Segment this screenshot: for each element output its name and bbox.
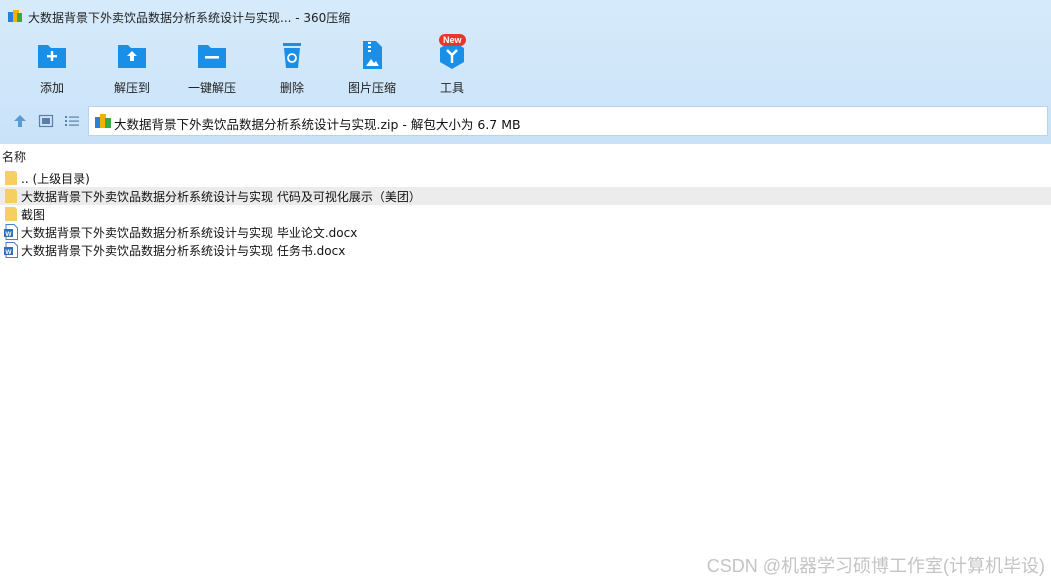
list-item-screenshots-folder[interactable]: 截图 (0, 205, 1051, 223)
folder-icon (5, 171, 17, 185)
svg-text:W: W (5, 231, 12, 238)
up-arrow-icon[interactable] (12, 113, 28, 129)
thumbnail-view-icon[interactable] (38, 113, 54, 129)
address-bar: 大数据背景下外卖饮品数据分析系统设计与实现.zip - 解包大小为 6.7 MB (0, 105, 1051, 137)
one-click-extract-label: 一键解压 (187, 81, 236, 95)
address-path: 大数据背景下外卖饮品数据分析系统设计与实现.zip - 解包大小为 6.7 MB (114, 117, 521, 132)
one-click-extract-icon (198, 45, 226, 68)
top-chrome: 大数据背景下外卖饮品数据分析系统设计与实现... - 360压缩 添加 解压到 … (0, 0, 1051, 144)
column-header-label: 名称 (2, 150, 27, 164)
title-bar: 大数据背景下外卖饮品数据分析系统设计与实现... - 360压缩 (0, 0, 1051, 34)
file-name: 大数据背景下外卖饮品数据分析系统设计与实现 代码及可视化展示（美团） (21, 190, 421, 204)
image-compress-label: 图片压缩 (347, 81, 396, 95)
delete-label: 删除 (279, 81, 304, 95)
list-item-code-folder[interactable]: 大数据背景下外卖饮品数据分析系统设计与实现 代码及可视化展示（美团） (0, 187, 1051, 205)
window-title: 大数据背景下外卖饮品数据分析系统设计与实现... - 360压缩 (28, 11, 351, 25)
address-field[interactable]: 大数据背景下外卖饮品数据分析系统设计与实现.zip - 解包大小为 6.7 MB (88, 106, 1048, 136)
one-click-extract-button[interactable]: 一键解压 (177, 38, 247, 96)
add-button[interactable]: 添加 (17, 38, 87, 96)
tools-label: 工具 (439, 81, 464, 95)
new-badge: New (439, 34, 466, 46)
extract-to-label: 解压到 (113, 81, 150, 95)
app-logo-icon (8, 10, 22, 22)
zip-archive-icon (95, 114, 111, 128)
file-list: .. (上级目录) 大数据背景下外卖饮品数据分析系统设计与实现 代码及可视化展示… (0, 169, 1051, 259)
file-name: .. (上级目录) (21, 172, 90, 186)
list-item-task-docx[interactable]: W 大数据背景下外卖饮品数据分析系统设计与实现 任务书.docx (0, 241, 1051, 259)
file-name: 大数据背景下外卖饮品数据分析系统设计与实现 毕业论文.docx (21, 226, 358, 240)
image-compress-icon (363, 41, 382, 69)
extract-to-button[interactable]: 解压到 (97, 38, 167, 96)
list-view-icon[interactable] (64, 113, 80, 129)
file-name: 截图 (21, 208, 46, 222)
delete-button[interactable]: 删除 (257, 38, 327, 96)
delete-icon (283, 43, 301, 68)
list-item-parent-dir[interactable]: .. (上级目录) (0, 169, 1051, 187)
svg-text:W: W (5, 249, 12, 256)
column-header-name[interactable]: 名称 (0, 145, 1051, 167)
list-item-thesis-docx[interactable]: W 大数据背景下外卖饮品数据分析系统设计与实现 毕业论文.docx (0, 223, 1051, 241)
extract-to-icon (118, 45, 146, 68)
file-name: 大数据背景下外卖饮品数据分析系统设计与实现 任务书.docx (21, 244, 346, 258)
folder-icon (5, 189, 17, 203)
word-document-icon: W (4, 224, 18, 240)
tools-button[interactable]: New 工具 (417, 34, 487, 96)
watermark-text: CSDN @机器学习硕博工作室(计算机毕设) (706, 556, 1045, 576)
image-compress-button[interactable]: 图片压缩 (337, 38, 407, 96)
toolbar: 添加 解压到 一键解压 删除 图片压缩 New 工具 (0, 34, 1051, 98)
folder-icon (5, 207, 17, 221)
word-document-icon: W (4, 242, 18, 258)
add-icon (38, 45, 66, 68)
add-label: 添加 (39, 81, 64, 95)
